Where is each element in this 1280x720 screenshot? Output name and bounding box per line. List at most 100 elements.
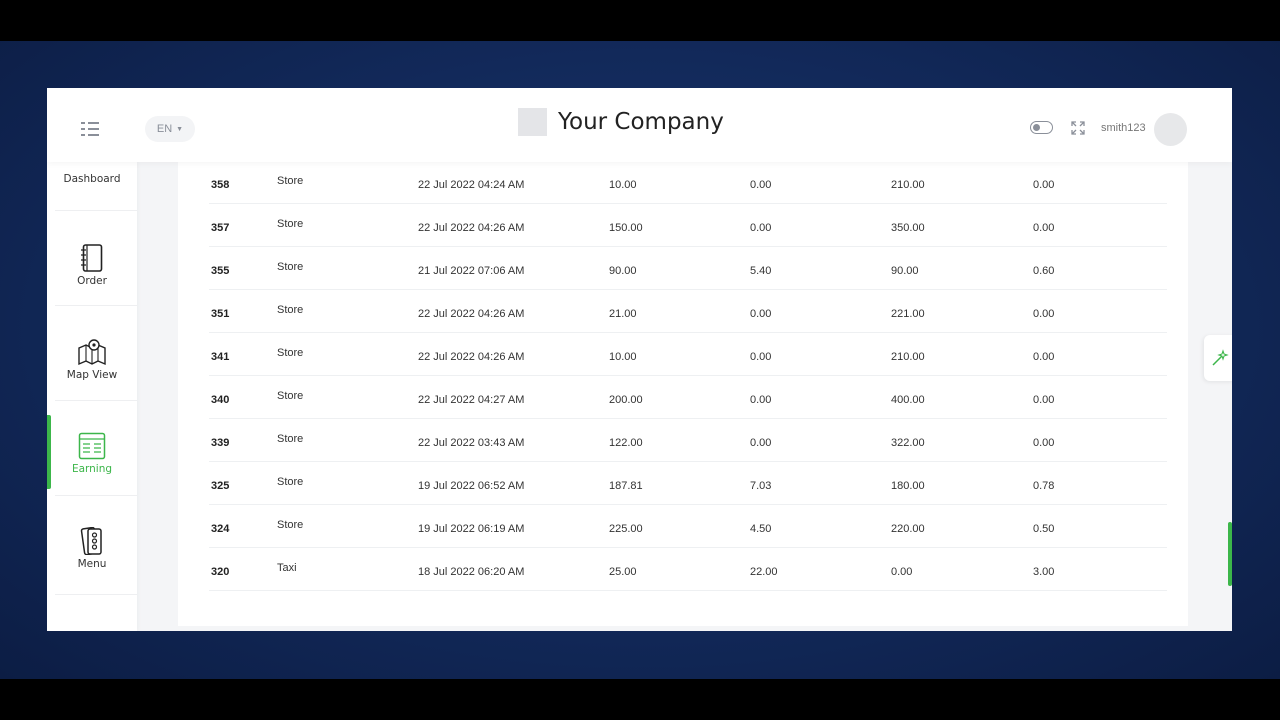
language-label: EN: [156, 123, 173, 135]
amount-col-1: 225.00: [609, 523, 643, 535]
amount-col-2: 0.00: [750, 351, 772, 363]
divider: [55, 305, 137, 306]
company-logo: [518, 108, 547, 136]
amount-col-4: 0.00: [1033, 437, 1055, 449]
sidebar-item-dashboard[interactable]: Dashboard: [47, 158, 137, 185]
table-row[interactable]: 324 Store 19 Jul 2022 06:19 AM 225.00 4.…: [209, 505, 1167, 548]
order-date: 22 Jul 2022 04:26 AM: [418, 351, 525, 363]
earnings-table: 358 Store 22 Jul 2022 04:24 AM 10.00 0.0…: [178, 162, 1188, 626]
sidebar: Dashboard Order Map View Earning Menu: [47, 159, 137, 631]
order-type: Store: [277, 347, 304, 359]
company-name: Your Company: [558, 109, 724, 135]
amount-col-3: 210.00: [891, 179, 925, 191]
letterbox-bottom: [0, 679, 1280, 720]
top-header: EN ▼ Your Company smith123: [47, 88, 1232, 162]
order-id: 324: [211, 523, 230, 535]
order-date: 19 Jul 2022 06:52 AM: [418, 480, 525, 492]
order-id: 358: [211, 179, 230, 191]
map-icon: [78, 339, 106, 366]
amount-col-3: 0.00: [891, 566, 913, 578]
amount-col-3: 221.00: [891, 308, 925, 320]
order-date: 18 Jul 2022 06:20 AM: [418, 566, 525, 578]
amount-col-3: 210.00: [891, 351, 925, 363]
sidebar-item-map-view[interactable]: Map View: [47, 338, 137, 381]
order-type: Taxi: [277, 562, 297, 574]
letterbox-top: [0, 0, 1280, 41]
order-type: Store: [277, 433, 304, 445]
sidebar-item-label: Menu: [77, 558, 107, 570]
amount-col-3: 180.00: [891, 480, 925, 492]
expand-icon[interactable]: [1071, 121, 1085, 135]
amount-col-2: 0.00: [750, 394, 772, 406]
divider: [55, 400, 137, 401]
order-id: 320: [211, 566, 230, 578]
order-date: 22 Jul 2022 03:43 AM: [418, 437, 525, 449]
amount-col-3: 350.00: [891, 222, 925, 234]
order-type: Store: [277, 261, 304, 273]
sidebar-item-label: Dashboard: [63, 173, 121, 185]
sidebar-item-menu[interactable]: Menu: [47, 527, 137, 570]
amount-col-1: 10.00: [609, 351, 637, 363]
amount-col-2: 0.00: [750, 222, 772, 234]
sidebar-item-order[interactable]: Order: [47, 244, 137, 287]
order-id: 357: [211, 222, 230, 234]
toggle-knob: [1033, 123, 1040, 131]
scrollbar-thumb[interactable]: [1228, 522, 1232, 586]
amount-col-4: 0.00: [1033, 351, 1055, 363]
amount-col-3: 90.00: [891, 265, 919, 277]
amount-col-4: 3.00: [1033, 566, 1055, 578]
menu-toggle-icon[interactable]: [81, 122, 103, 136]
amount-col-4: 0.78: [1033, 480, 1055, 492]
divider: [55, 210, 137, 211]
order-type: Store: [277, 218, 304, 230]
table-row[interactable]: 320 Taxi 18 Jul 2022 06:20 AM 25.00 22.0…: [209, 548, 1167, 591]
magic-wand-icon: [1212, 349, 1229, 366]
order-id: 325: [211, 480, 230, 492]
avatar[interactable]: [1154, 113, 1187, 146]
amount-col-1: 90.00: [609, 265, 637, 277]
table-row[interactable]: 340 Store 22 Jul 2022 04:27 AM 200.00 0.…: [209, 376, 1167, 419]
order-type: Store: [277, 175, 304, 187]
table-row[interactable]: 358 Store 22 Jul 2022 04:24 AM 10.00 0.0…: [209, 162, 1167, 204]
order-date: 22 Jul 2022 04:27 AM: [418, 394, 525, 406]
amount-col-1: 187.81: [609, 480, 643, 492]
amount-col-4: 0.00: [1033, 179, 1055, 191]
amount-col-1: 200.00: [609, 394, 643, 406]
amount-col-4: 0.60: [1033, 265, 1055, 277]
amount-col-1: 122.00: [609, 437, 643, 449]
order-id: 355: [211, 265, 230, 277]
divider: [55, 495, 137, 496]
table-row[interactable]: 351 Store 22 Jul 2022 04:26 AM 21.00 0.0…: [209, 290, 1167, 333]
language-selector[interactable]: EN ▼: [145, 116, 195, 142]
amount-col-4: 0.50: [1033, 523, 1055, 535]
amount-col-2: 7.03: [750, 480, 772, 492]
order-type: Store: [277, 476, 304, 488]
table-row[interactable]: 355 Store 21 Jul 2022 07:06 AM 90.00 5.4…: [209, 247, 1167, 290]
sidebar-item-earning[interactable]: Earning: [47, 432, 137, 475]
theme-toggle[interactable]: [1030, 121, 1053, 134]
amount-col-1: 25.00: [609, 566, 637, 578]
amount-col-1: 150.00: [609, 222, 643, 234]
amount-col-2: 0.00: [750, 437, 772, 449]
menu-card-icon: [80, 527, 102, 555]
table-row[interactable]: 357 Store 22 Jul 2022 04:26 AM 150.00 0.…: [209, 204, 1167, 247]
amount-col-2: 5.40: [750, 265, 772, 277]
table-row[interactable]: 325 Store 19 Jul 2022 06:52 AM 187.81 7.…: [209, 462, 1167, 505]
table-row[interactable]: 339 Store 22 Jul 2022 03:43 AM 122.00 0.…: [209, 419, 1167, 462]
amount-col-3: 400.00: [891, 394, 925, 406]
amount-col-2: 0.00: [750, 308, 772, 320]
sidebar-item-label: Map View: [66, 369, 118, 381]
order-date: 21 Jul 2022 07:06 AM: [418, 265, 525, 277]
amount-col-2: 22.00: [750, 566, 778, 578]
table-row[interactable]: 341 Store 22 Jul 2022 04:26 AM 10.00 0.0…: [209, 333, 1167, 376]
order-date: 22 Jul 2022 04:24 AM: [418, 179, 525, 191]
amount-col-1: 21.00: [609, 308, 637, 320]
order-id: 339: [211, 437, 230, 449]
username[interactable]: smith123: [1101, 122, 1146, 134]
order-id: 351: [211, 308, 230, 320]
sidebar-item-label: Order: [77, 275, 107, 287]
amount-col-2: 0.00: [750, 179, 772, 191]
order-type: Store: [277, 390, 304, 402]
order-id: 340: [211, 394, 230, 406]
amount-col-3: 322.00: [891, 437, 925, 449]
